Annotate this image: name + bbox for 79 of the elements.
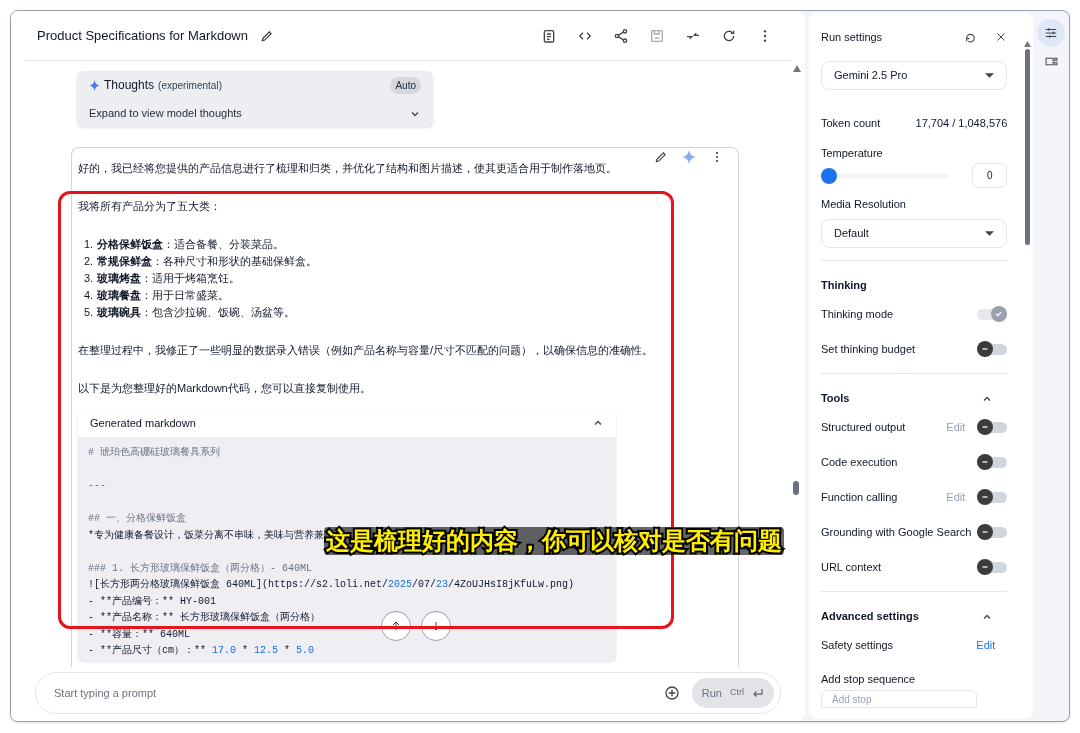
setting-label: Function calling: [820, 489, 898, 505]
code-line: *专为健康备餐设计，饭菜分离不串味，美味与营养兼: [88, 528, 324, 543]
panel-title: Run settings: [820, 29, 883, 45]
response-paragraph: 在整理过程中，我修正了一些明显的数据录入错误（例如产品名称与容量/尺寸不匹配的问题），以确保信息的准确性。: [78, 343, 655, 358]
list-number: 2.: [84, 254, 94, 269]
code-line: ![长方形两分格玻璃保鲜饭盒 640ML](https://s2.loli.net/2025/07/23/4ZoUJHsI8jKfuLw.png): [88, 577, 575, 592]
code-line: ## 一、分格保鲜饭盒: [88, 512, 186, 526]
thoughts-title: Thoughts: [104, 77, 155, 94]
edit-link[interactable]: Edit: [976, 636, 996, 654]
list-item-text: 玻璃餐盘：用于日常盛菜。: [97, 288, 230, 303]
model-select[interactable]: Gemini 2.5 Pro: [820, 61, 1008, 90]
tune-icon[interactable]: [1037, 19, 1066, 47]
toggle-switch[interactable]: [977, 419, 1008, 435]
pencil-icon[interactable]: [260, 28, 274, 43]
list-item-text: 分格保鲜饭盒：适合备餐、分装菜品。: [97, 237, 285, 252]
response-paragraph: 我将所有产品分为了五大类：: [78, 199, 222, 214]
mode-badge: Auto: [390, 76, 421, 94]
image-icon[interactable]: [1044, 55, 1058, 68]
share-icon[interactable]: [612, 27, 629, 44]
section-title: Tools: [820, 391, 850, 407]
scrollbar-thumb[interactable]: [1024, 49, 1030, 245]
close-icon[interactable]: [995, 31, 1008, 43]
section-title: Advanced settings: [820, 609, 919, 625]
toggle-switch[interactable]: [977, 454, 1008, 470]
setting-label: Safety settings: [820, 637, 894, 653]
section-title: Thinking: [820, 278, 867, 294]
media-resolution-label: Media Resolution: [820, 197, 907, 212]
response-paragraph: 好的，我已经将您提供的产品信息进行了梳理和归类，并优化了结构和图片描述，使其更适合用于制作落地页。: [78, 161, 618, 176]
temperature-label: Temperature: [820, 145, 884, 161]
toggle-switch[interactable]: [977, 559, 1008, 575]
setting-label: URL context: [820, 559, 882, 575]
code-block-title: Generated markdown: [90, 415, 196, 431]
temperature-input[interactable]: 0: [972, 163, 1008, 188]
toggle-switch[interactable]: [977, 489, 1008, 505]
setting-label: Add stop sequence: [820, 671, 916, 687]
add-icon[interactable]: [663, 685, 680, 701]
toggle-switch[interactable]: [977, 524, 1008, 540]
list-number: 3.: [84, 271, 94, 286]
list-item-text: 玻璃烤盘：适用于烤箱烹饪。: [97, 271, 241, 286]
response-paragraph: 以下是为您整理好的Markdown代码，您可以直接复制使用。: [78, 381, 372, 396]
expand-thoughts-row[interactable]: Expand to view model thoughts: [77, 100, 433, 127]
scroll-up-arrow-icon[interactable]: [1023, 41, 1031, 47]
media-resolution-select[interactable]: Default: [820, 218, 1008, 248]
setting-label: Code execution: [820, 454, 898, 470]
list-number: 5.: [84, 305, 94, 320]
token-count-value: 17,704 / 1,048,576: [915, 116, 1008, 131]
thoughts-tag: (experimental): [158, 77, 222, 93]
code-line: ---: [88, 479, 106, 493]
setting-label: Grounding with Google Search: [820, 524, 972, 540]
list-item-text: 玻璃碗具：包含沙拉碗、饭碗、汤盆等。: [97, 305, 296, 320]
setting-label: Structured output: [820, 419, 906, 435]
code-line: - **产品编号：** HY-001: [88, 594, 216, 609]
enter-key-icon: [751, 688, 764, 698]
code-line: - **容量：** 640ML: [88, 627, 190, 642]
pencil-icon[interactable]: [654, 150, 668, 164]
code-line: - **产品尺寸（cm）：** 17.0 * 12.5 * 5.0: [88, 643, 315, 658]
page-title: Product Specifications for Markdown: [37, 26, 248, 45]
sparkle-icon: [89, 79, 100, 91]
setting-label: Set thinking budget: [820, 341, 916, 357]
scrollbar-thumb[interactable]: [792, 481, 799, 495]
setting-label: Thinking mode: [820, 306, 894, 322]
run-button[interactable]: Run Ctrl: [691, 678, 774, 708]
code-line: ### 1. 长方形玻璃保鲜饭盒（两分格）- 640ML: [88, 561, 312, 576]
dropdown-arrow-icon: [985, 73, 995, 78]
code-line: # 琥珀色高硼硅玻璃餐具系列: [88, 445, 220, 460]
toggle-switch[interactable]: [977, 341, 1008, 357]
temperature-slider[interactable]: [820, 167, 949, 184]
code-line: - **产品名称：** 长方形玻璃保鲜饭盒（两分格）: [88, 610, 320, 625]
scroll-up-arrow-icon[interactable]: [792, 65, 801, 72]
check-icon: [994, 309, 1005, 319]
dropdown-arrow-icon: [985, 230, 995, 236]
list-number: 1.: [84, 237, 94, 252]
list-number: 4.: [84, 288, 94, 303]
edit-link[interactable]: Edit: [946, 418, 966, 436]
stop-sequence-input[interactable]: Add stop: [820, 690, 977, 708]
arrow-up-icon: [390, 620, 402, 632]
token-count-label: Token count: [820, 116, 881, 131]
list-item-text: 常规保鲜盒：各种尺寸和形状的基础保鲜盒。: [97, 254, 318, 269]
edit-link[interactable]: Edit: [946, 488, 966, 506]
